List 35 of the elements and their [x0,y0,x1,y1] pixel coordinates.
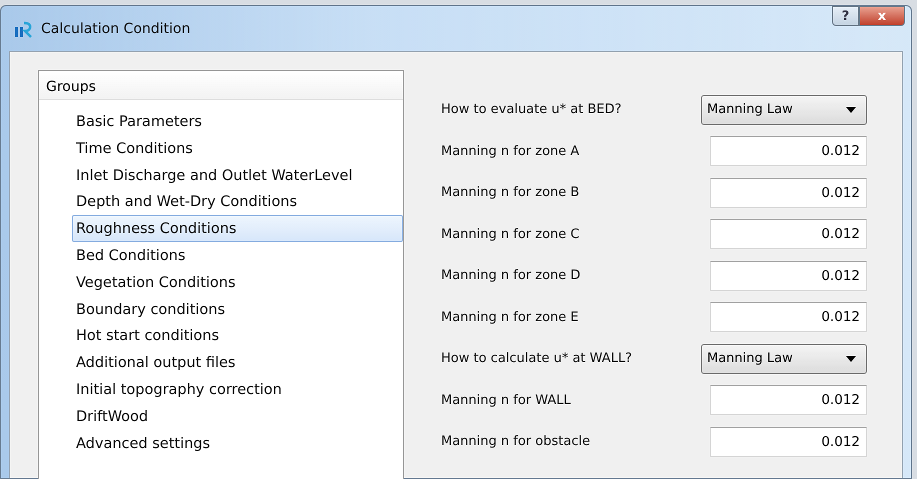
group-item[interactable]: Hot start conditions [72,322,403,350]
number-field[interactable]: 0.012 [710,426,867,457]
group-item[interactable]: Additional output files [72,349,403,376]
group-item[interactable]: Bed Conditions [72,242,403,269]
help-button[interactable]: ? [832,6,859,26]
window-title: Calculation Condition [41,20,190,36]
group-item[interactable]: Basic Parameters [72,108,403,135]
group-item[interactable]: Boundary conditions [72,296,403,322]
number-field[interactable]: 0.012 [710,302,867,332]
dropdown[interactable]: Manning Law [701,344,867,374]
group-item[interactable]: Advanced settings [72,430,403,456]
field-label: Manning n for zone B [441,185,580,200]
group-item[interactable]: Roughness Conditions [72,215,403,242]
group-item[interactable]: DriftWood [72,402,403,430]
caret-icon [846,106,856,113]
field-label: Manning n for WALL [441,392,571,408]
field-label: Manning n for obstacle [441,434,590,450]
field-label: Manning n for zone C [441,226,580,242]
field-label: Manning n for zone D [441,268,580,284]
group-item[interactable]: Vegetation Conditions [72,268,403,296]
number-field[interactable]: 0.012 [710,219,867,250]
number-field[interactable]: 0.012 [710,136,867,166]
number-field[interactable]: 0.012 [710,385,867,416]
caret-icon [846,356,856,362]
dropdown[interactable]: Manning Law [701,94,867,125]
group-item[interactable]: Inlet Discharge and Outlet WaterLevel [72,162,403,188]
field-label: Manning n for zone E [441,310,579,325]
group-item[interactable]: Depth and Wet-Dry Conditions [72,188,403,216]
number-field[interactable]: 0.012 [710,178,867,208]
group-item[interactable]: Time Conditions [72,134,403,162]
number-field[interactable]: 0.012 [710,260,867,291]
field-label: How to evaluate u* at BED? [441,102,622,118]
group-item[interactable]: Initial topography correction [72,376,403,403]
field-label: How to calculate u* at WALL? [441,351,632,366]
field-label: Manning n for zone A [441,144,580,159]
